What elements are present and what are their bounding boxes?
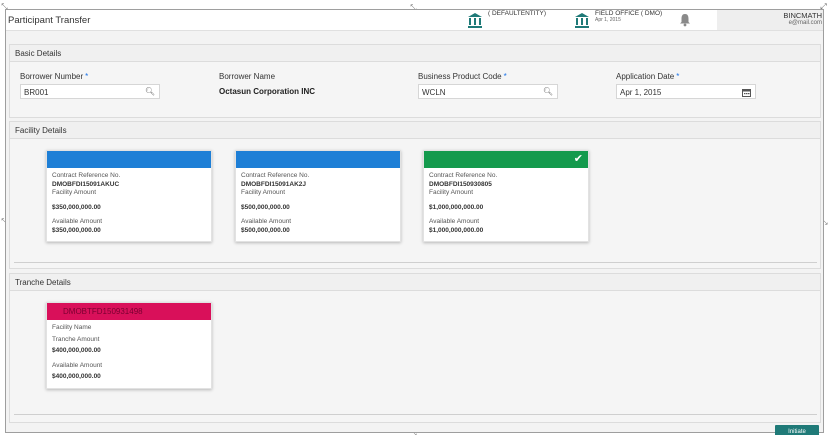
contract-ref-value: DMOBFDI150930805	[429, 180, 492, 188]
window-frame: Participant Transfer ( DEFAULTENTITY) FI…	[5, 9, 824, 433]
basic-details-panel: Basic Details Borrower Number * BR001 🔍︎ …	[9, 44, 821, 118]
facility-amount-label: Facility Amount	[241, 189, 286, 196]
contract-ref-label: Contract Reference No.	[429, 172, 498, 179]
check-icon: ✔	[573, 152, 583, 165]
available-amount-value: $400,000,000.00	[52, 373, 101, 380]
required-mark: *	[85, 72, 89, 81]
available-amount-label: Available Amount	[429, 218, 480, 225]
available-amount-value: $1,000,000,000.00	[429, 226, 484, 234]
section-divider	[14, 262, 817, 263]
entity-selector-branch[interactable]: FIELD OFFICE ( DMO) Apr 1, 2015	[575, 10, 662, 28]
application-date-label: Application Date	[616, 72, 675, 81]
required-mark: *	[503, 72, 507, 81]
tranche-amount-label: Tranche Amount	[52, 335, 100, 343]
facility-card[interactable]: Contract Reference No. DMOBFDI15091AKUC …	[46, 150, 212, 242]
contract-ref-label: Contract Reference No.	[241, 172, 310, 179]
user-name: BINCMATH	[783, 11, 822, 20]
tranche-card-band: DMOBTFD150931498	[47, 303, 211, 320]
application-date-input[interactable]: Apr 1, 2015	[616, 84, 756, 99]
basic-details-heading: Basic Details	[10, 45, 820, 62]
borrower-number-value: BR001	[24, 88, 49, 97]
facility-amount-label: Facility Amount	[429, 189, 474, 196]
bank-icon	[575, 13, 589, 28]
section-divider	[14, 414, 817, 415]
available-amount-label: Available Amount	[241, 218, 292, 225]
tranche-details-heading: Tranche Details	[10, 274, 820, 291]
available-amount-label: Available Amount	[52, 218, 103, 225]
product-code-field: Business Product Code * WCLN 🔍︎	[418, 72, 558, 99]
application-date-field: Application Date * Apr 1, 2015	[616, 72, 756, 99]
available-amount-value: $350,000,000.00	[52, 226, 101, 234]
facility-amount-value: $500,000,000.00	[241, 203, 290, 211]
branch-date: Apr 1, 2015	[595, 17, 621, 23]
facility-details-heading: Facility Details	[10, 122, 820, 139]
required-mark: *	[676, 72, 680, 81]
contract-ref-label: Contract Reference No.	[52, 172, 121, 179]
contract-ref-value: DMOBFDI15091AK2J	[241, 180, 307, 188]
search-icon[interactable]: 🔍︎	[543, 87, 553, 96]
facility-amount-value: $1,000,000,000.00	[429, 203, 484, 211]
facility-card-selected[interactable]: ✔ Contract Reference No. DMOBFDI15093080…	[423, 150, 589, 242]
facility-details-panel: Facility Details Contract Reference No. …	[9, 121, 821, 269]
facility-card-band: ✔	[424, 151, 588, 168]
available-amount-label: Available Amount	[52, 361, 103, 369]
borrower-number-label: Borrower Number	[20, 72, 84, 81]
borrower-name-label: Borrower Name	[219, 72, 276, 81]
search-icon[interactable]: 🔍︎	[145, 87, 155, 96]
facility-card-band	[236, 151, 400, 168]
page-title: Participant Transfer	[8, 15, 91, 26]
borrower-number-field: Borrower Number * BR001 🔍︎	[20, 72, 160, 99]
borrower-number-input[interactable]: BR001 🔍︎	[20, 84, 160, 99]
tranche-amount-value: $400,000,000.00	[52, 347, 101, 354]
facility-card-band	[47, 151, 211, 168]
borrower-name-field: Borrower Name Octasun Corporation INC	[219, 72, 369, 96]
application-date-value: Apr 1, 2015	[620, 88, 662, 97]
app-header: Participant Transfer ( DEFAULTENTITY) FI…	[6, 10, 823, 31]
entity-selector-default[interactable]: ( DEFAULTENTITY)	[468, 10, 547, 28]
available-amount-value: $500,000,000.00	[241, 226, 290, 234]
facility-amount-label: Facility Amount	[52, 189, 97, 196]
user-menu[interactable]: BINCMATH e@mail.com	[717, 10, 823, 30]
product-code-value: WCLN	[422, 88, 446, 97]
entity-name: ( DEFAULTENTITY)	[488, 10, 547, 17]
borrower-name-value: Octasun Corporation INC	[219, 87, 316, 96]
tranche-ref: DMOBTFD150931498	[63, 307, 143, 316]
facility-card[interactable]: Contract Reference No. DMOBFDI15091AK2J …	[235, 150, 401, 242]
contract-ref-value: DMOBFDI15091AKUC	[52, 180, 120, 188]
product-code-input[interactable]: WCLN 🔍︎	[418, 84, 558, 99]
initiate-button[interactable]: Initiate	[775, 425, 819, 435]
facility-name-label: Facility Name	[52, 324, 92, 331]
calendar-icon[interactable]	[742, 88, 751, 97]
bank-icon	[468, 13, 482, 28]
bell-icon[interactable]	[678, 13, 692, 27]
tranche-card[interactable]: DMOBTFD150931498 Facility Name Tranche A…	[46, 302, 212, 389]
facility-amount-value: $350,000,000.00	[52, 203, 101, 211]
tranche-details-panel: Tranche Details DMOBTFD150931498 Facilit…	[9, 273, 821, 423]
product-code-label: Business Product Code	[418, 72, 502, 81]
user-email: e@mail.com	[788, 20, 822, 26]
